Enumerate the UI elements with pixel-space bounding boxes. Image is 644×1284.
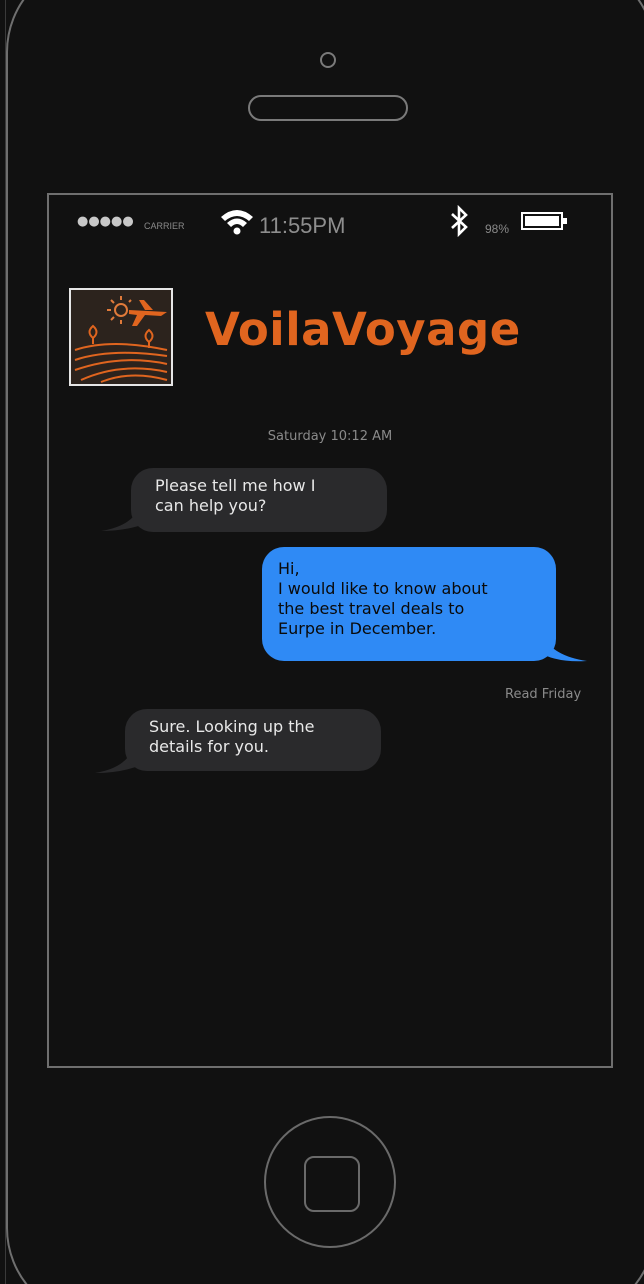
brand-name: VoilaVoyage <box>205 303 521 356</box>
phone-mockup: ●●●●● CARRIER 11:55PM 98% VoilaVoyage Sa… <box>0 0 644 1284</box>
travel-landscape-plane-icon <box>71 290 171 384</box>
earpiece-speaker <box>248 95 408 121</box>
message-bubble-outgoing: Hi, I would like to know about the best … <box>262 547 556 661</box>
wifi-icon <box>221 210 253 235</box>
conversation-timestamp: Saturday 10:12 AM <box>267 429 393 444</box>
status-bar: ●●●●● CARRIER 11:55PM 98% <box>49 195 611 247</box>
battery-icon <box>521 212 567 230</box>
message-bubble-incoming: Sure. Looking up the details for you. <box>125 709 381 771</box>
message-bubble-incoming: Please tell me how I can help you? <box>131 468 387 532</box>
bluetooth-icon <box>451 205 468 237</box>
phone-screen: ●●●●● CARRIER 11:55PM 98% VoilaVoyage Sa… <box>47 193 613 1068</box>
home-square-icon <box>304 1156 360 1212</box>
carrier-label: CARRIER <box>144 221 185 231</box>
home-button[interactable] <box>264 1116 396 1248</box>
status-time: 11:55PM <box>259 213 346 238</box>
signal-strength-icon: ●●●●● <box>77 214 134 229</box>
front-camera <box>320 52 336 68</box>
read-receipt: Read Friday <box>505 687 582 702</box>
battery-percent: 98% <box>485 222 510 236</box>
brand-logo <box>69 288 173 386</box>
